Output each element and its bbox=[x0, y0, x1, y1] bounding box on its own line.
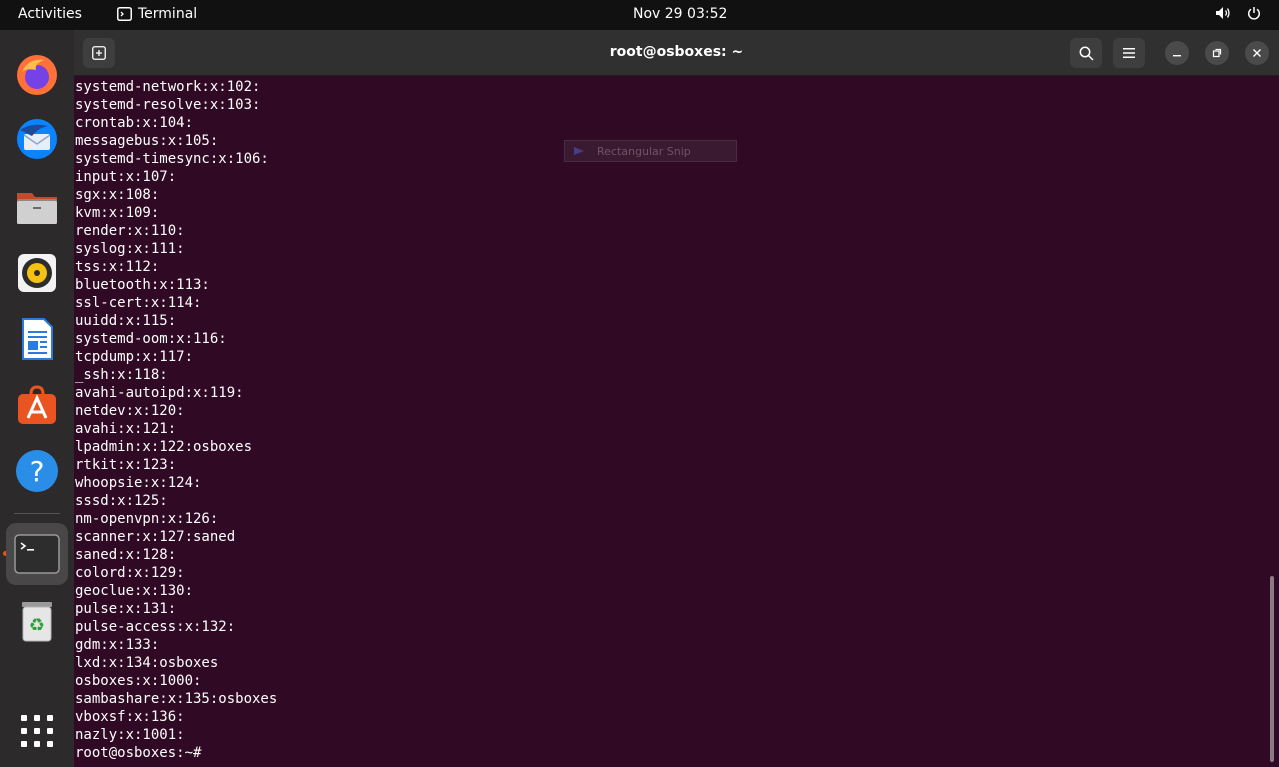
volume-icon bbox=[1216, 7, 1230, 19]
libreoffice-writer-icon bbox=[22, 318, 53, 360]
terminal-line: netdev:x:120: bbox=[75, 403, 185, 419]
terminal-line: colord:x:129: bbox=[75, 565, 185, 581]
terminal-line: render:x:110: bbox=[75, 223, 185, 239]
terminal-line: scanner:x:127:saned bbox=[75, 529, 236, 545]
activities-button[interactable]: Activities bbox=[18, 6, 82, 22]
svg-text:♻: ♻ bbox=[29, 615, 45, 636]
terminal-line: _ssh:x:118: bbox=[75, 367, 168, 383]
rhythmbox-icon bbox=[18, 254, 56, 292]
terminal-line: tcpdump:x:117: bbox=[75, 349, 194, 365]
scrollbar[interactable] bbox=[1270, 576, 1274, 762]
dock: ? ♻ bbox=[0, 30, 74, 767]
dock-item-terminal[interactable] bbox=[6, 523, 68, 585]
firefox-icon bbox=[17, 55, 57, 95]
dock-item-files[interactable] bbox=[6, 176, 68, 238]
terminal-line: input:x:107: bbox=[75, 169, 177, 185]
dock-item-firefox[interactable] bbox=[6, 44, 68, 106]
clock[interactable]: Nov 29 03:52 bbox=[633, 6, 727, 22]
thunderbird-icon bbox=[17, 119, 57, 159]
terminal-line: osboxes:x:1000: bbox=[75, 673, 202, 689]
dock-item-libreoffice-writer[interactable] bbox=[6, 308, 68, 370]
terminal-line: kvm:x:109: bbox=[75, 205, 160, 221]
terminal-line: bluetooth:x:113: bbox=[75, 277, 210, 293]
hamburger-menu-icon bbox=[1123, 48, 1135, 58]
maximize-button[interactable] bbox=[1205, 41, 1229, 65]
svg-text:?: ? bbox=[30, 455, 45, 488]
help-icon: ? bbox=[16, 450, 58, 492]
dock-item-show-apps[interactable] bbox=[6, 700, 68, 762]
trash-icon: ♻ bbox=[22, 602, 52, 642]
terminal-line: crontab:x:104: bbox=[75, 115, 194, 131]
restore-icon bbox=[1212, 48, 1222, 58]
terminal-line: sgx:x:108: bbox=[75, 187, 160, 203]
dock-item-trash[interactable]: ♻ bbox=[6, 590, 68, 652]
close-icon bbox=[1253, 49, 1261, 57]
terminal-line: avahi-autoipd:x:119: bbox=[75, 385, 244, 401]
snip-label: Rectangular Snip bbox=[597, 144, 691, 158]
terminal-window: root@osboxes: ~ systemd-network:x:102: s… bbox=[74, 30, 1279, 767]
terminal-line: gdm:x:133: bbox=[75, 637, 160, 653]
terminal-line: nazly:x:1001: bbox=[75, 727, 185, 743]
system-tray[interactable] bbox=[1215, 6, 1261, 20]
close-button[interactable] bbox=[1245, 41, 1269, 65]
terminal-line: lpadmin:x:122:osboxes bbox=[75, 439, 253, 455]
terminal-line: nm-openvpn:x:126: bbox=[75, 511, 219, 527]
snip-icon bbox=[574, 147, 584, 155]
rectangular-snip-overlay[interactable]: Rectangular Snip bbox=[564, 140, 737, 162]
terminal-line: whoopsie:x:124: bbox=[75, 475, 202, 491]
terminal-line: syslog:x:111: bbox=[75, 241, 185, 257]
dock-item-rhythmbox[interactable] bbox=[6, 242, 68, 304]
ubuntu-software-icon bbox=[18, 385, 56, 424]
terminal-output[interactable]: systemd-network:x:102: systemd-resolve:x:… bbox=[75, 78, 1265, 767]
dock-separator bbox=[14, 513, 60, 514]
power-icon bbox=[1247, 7, 1261, 20]
app-menu[interactable]: Terminal bbox=[117, 6, 197, 22]
terminal-line: uuidd:x:115: bbox=[75, 313, 177, 329]
terminal-line: ssl-cert:x:114: bbox=[75, 295, 202, 311]
terminal-icon bbox=[117, 7, 132, 21]
search-button[interactable] bbox=[1070, 38, 1102, 68]
app-name: Terminal bbox=[138, 6, 198, 22]
top-bar: Activities Terminal Nov 29 03:52 bbox=[0, 0, 1279, 30]
show-apps-icon bbox=[21, 715, 53, 747]
terminal-line: avahi:x:121: bbox=[75, 421, 177, 437]
shell-prompt: root@osboxes:~# bbox=[75, 745, 202, 761]
terminal-line: lxd:x:134:osboxes bbox=[75, 655, 219, 671]
terminal-line: sambashare:x:135:osboxes bbox=[75, 691, 278, 707]
terminal-line: saned:x:128: bbox=[75, 547, 177, 563]
terminal-line: systemd-network:x:102: bbox=[75, 79, 261, 95]
dock-item-help[interactable]: ? bbox=[6, 440, 68, 502]
terminal-icon bbox=[14, 534, 60, 574]
files-icon bbox=[17, 193, 57, 224]
terminal-line: vboxsf:x:136: bbox=[75, 709, 185, 725]
minimize-button[interactable] bbox=[1165, 41, 1189, 65]
dock-item-ubuntu-software[interactable] bbox=[6, 374, 68, 436]
dock-item-thunderbird[interactable] bbox=[6, 108, 68, 170]
terminal-line: rtkit:x:123: bbox=[75, 457, 177, 473]
terminal-line: geoclue:x:130: bbox=[75, 583, 194, 599]
terminal-line: systemd-oom:x:116: bbox=[75, 331, 227, 347]
terminal-line: sssd:x:125: bbox=[75, 493, 168, 509]
menu-button[interactable] bbox=[1113, 38, 1145, 68]
terminal-line: pulse-access:x:132: bbox=[75, 619, 236, 635]
minimize-icon bbox=[1173, 55, 1181, 57]
terminal-line: tss:x:112: bbox=[75, 259, 160, 275]
terminal-line: pulse:x:131: bbox=[75, 601, 177, 617]
header-bar[interactable]: root@osboxes: ~ bbox=[74, 30, 1279, 76]
terminal-line: systemd-resolve:x:103: bbox=[75, 97, 261, 113]
search-icon bbox=[1079, 46, 1094, 61]
